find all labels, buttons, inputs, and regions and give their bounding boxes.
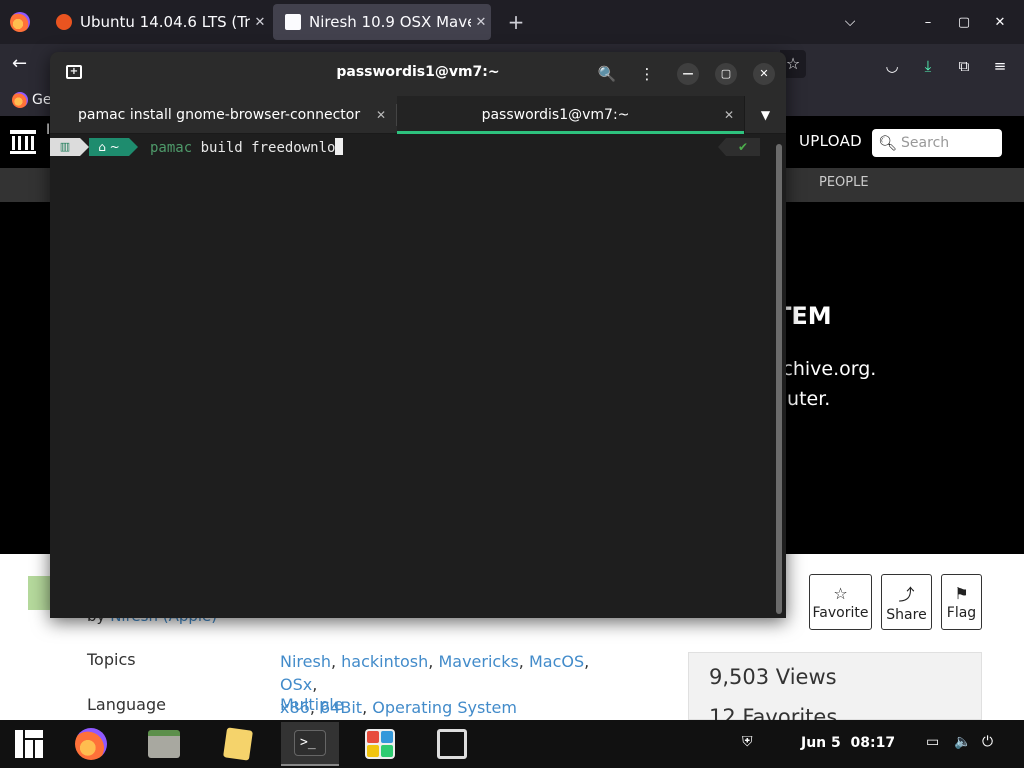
- browser-minimize-button[interactable]: –: [916, 10, 940, 34]
- prompt-separator: [718, 138, 726, 156]
- back-icon[interactable]: ←: [12, 53, 36, 77]
- taskbar-screenshot[interactable]: [423, 722, 481, 766]
- display-icon[interactable]: ▭: [926, 734, 939, 750]
- taskbar-software[interactable]: [351, 722, 409, 766]
- topic-link[interactable]: Operating System: [372, 698, 517, 717]
- prompt-separator: [80, 138, 89, 156]
- taskbar-text-editor[interactable]: [209, 722, 267, 766]
- manjaro-logo-icon: [15, 730, 43, 758]
- close-tab-icon[interactable]: ✕: [366, 108, 396, 122]
- favorites-count: 12 Favorites: [709, 705, 838, 720]
- taskbar-files[interactable]: [135, 722, 193, 766]
- search-placeholder: Search: [901, 135, 950, 151]
- archive-search-input[interactable]: 🔍︎ Search: [872, 129, 1002, 157]
- topics-label: Topics: [87, 650, 136, 669]
- command-program: pamac: [150, 140, 193, 156]
- terminal-minimize-button[interactable]: —: [677, 63, 699, 85]
- browser-tab-niresh[interactable]: Niresh 10.9 OSX Maveric ✕: [273, 4, 491, 40]
- share-button[interactable]: ⤴ Share: [881, 574, 932, 630]
- bookmark-firefox-icon: [12, 92, 28, 108]
- banner-text-line: rchive.org.: [775, 358, 877, 380]
- browser-tab-title: Niresh 10.9 OSX Maveric: [309, 13, 471, 31]
- list-tabs-icon[interactable]: ⌵: [838, 10, 862, 34]
- search-icon[interactable]: 🔍: [596, 63, 618, 85]
- tabs-dropdown-icon[interactable]: ▼: [744, 96, 786, 134]
- topic-link[interactable]: hackintosh: [341, 652, 428, 671]
- text-cursor: [335, 138, 344, 155]
- pocket-icon[interactable]: ◡: [880, 54, 904, 78]
- terminal-tab-label: pamac install gnome-browser-connector: [78, 107, 361, 123]
- close-tab-icon[interactable]: ✕: [714, 108, 744, 122]
- close-tab-icon[interactable]: ✕: [471, 15, 491, 30]
- bookmark-item-label[interactable]: Ge: [32, 92, 51, 108]
- topic-link[interactable]: Mavericks: [438, 652, 518, 671]
- terminal-tab-bar: pamac install gnome-browser-connector ✕ …: [50, 96, 786, 134]
- terminal-title: passwordis1@vm7:~: [336, 64, 500, 80]
- flag-icon: ⚑: [954, 583, 969, 603]
- kebab-menu-icon[interactable]: ⋮: [636, 63, 658, 85]
- prompt-os-segment: ▥: [50, 138, 80, 156]
- command-arguments: build freedownlo: [192, 140, 336, 156]
- extensions-icon[interactable]: ⧉: [952, 54, 976, 78]
- topic-link[interactable]: OSx: [280, 675, 312, 694]
- topic-link[interactable]: Niresh: [280, 652, 331, 671]
- terminal-maximize-button[interactable]: ▢: [715, 63, 737, 85]
- terminal-scrollbar[interactable]: [776, 144, 782, 614]
- browser-close-button[interactable]: ✕: [988, 10, 1012, 34]
- flag-button[interactable]: ⚑ Flag: [941, 574, 982, 630]
- files-icon: [148, 730, 180, 758]
- favorite-label: Favorite: [812, 604, 869, 621]
- firefox-view-icon[interactable]: [10, 12, 30, 32]
- share-label: Share: [886, 607, 927, 623]
- views-count: 9,503 Views: [709, 665, 837, 689]
- shield-icon[interactable]: ⛨: [742, 734, 753, 750]
- software-center-icon: [365, 729, 395, 759]
- terminal-tab-pamac-install[interactable]: pamac install gnome-browser-connector ✕: [50, 96, 396, 134]
- command-line[interactable]: pamac build freedownlo: [150, 138, 344, 157]
- browser-maximize-button[interactable]: ▢: [952, 10, 976, 34]
- star-icon: ☆: [833, 583, 848, 603]
- screenshot-icon: [437, 729, 467, 759]
- taskbar-terminal[interactable]: >_: [281, 722, 339, 766]
- close-tab-icon[interactable]: ✕: [250, 15, 270, 30]
- topic-link[interactable]: MacOS: [529, 652, 584, 671]
- terminal-window[interactable]: + passwordis1@vm7:~ 🔍 ⋮ — ▢ ✕ pamac inst…: [50, 52, 786, 618]
- firefox-icon: [75, 728, 107, 760]
- item-type-icon: [28, 576, 50, 610]
- upload-link[interactable]: UPLOAD: [799, 132, 862, 150]
- archive-favicon-icon: [285, 14, 301, 30]
- app-menu-button[interactable]: [0, 722, 58, 766]
- status-check-icon: ✔: [726, 138, 760, 156]
- browser-tab-title: Ubuntu 14.04.6 LTS (Tru: [80, 13, 250, 31]
- new-tab-button[interactable]: +: [506, 10, 526, 34]
- ubuntu-favicon-icon: [56, 14, 72, 30]
- time-label: 08:17: [850, 735, 896, 751]
- share-icon: ⤴: [898, 585, 915, 604]
- archive-logo-icon[interactable]: [8, 126, 38, 156]
- terminal-tab-label: passwordis1@vm7:~: [481, 107, 630, 123]
- language-label: Language: [87, 695, 166, 714]
- terminal-output[interactable]: ▥ ⌂ ~ pamac build freedownlo ✔: [50, 134, 786, 618]
- prompt-separator: [129, 138, 138, 156]
- hamburger-menu-icon[interactable]: ≡: [988, 54, 1012, 78]
- clock[interactable]: Jun 5 08:17: [801, 735, 895, 751]
- volume-icon[interactable]: 🔈: [954, 734, 971, 750]
- terminal-tab-active[interactable]: passwordis1@vm7:~ ✕: [397, 96, 744, 134]
- terminal-close-button[interactable]: ✕: [753, 63, 775, 85]
- search-icon: 🔍︎: [878, 134, 898, 152]
- people-link[interactable]: PEOPLE: [819, 175, 869, 190]
- terminal-icon: >_: [294, 730, 326, 756]
- prompt-directory-segment: ⌂ ~: [89, 138, 129, 156]
- power-icon[interactable]: ⏻: [982, 734, 993, 750]
- flag-label: Flag: [946, 604, 977, 621]
- browser-tab-ubuntu[interactable]: Ubuntu 14.04.6 LTS (Tru ✕: [44, 4, 270, 40]
- text-editor-icon: [223, 727, 253, 761]
- taskbar-firefox[interactable]: [62, 722, 120, 766]
- date-label: Jun 5: [801, 735, 841, 751]
- language-link[interactable]: Multiple: [280, 695, 344, 714]
- download-icon[interactable]: ⤓: [916, 54, 940, 78]
- favorite-button[interactable]: ☆ Favorite: [809, 574, 872, 630]
